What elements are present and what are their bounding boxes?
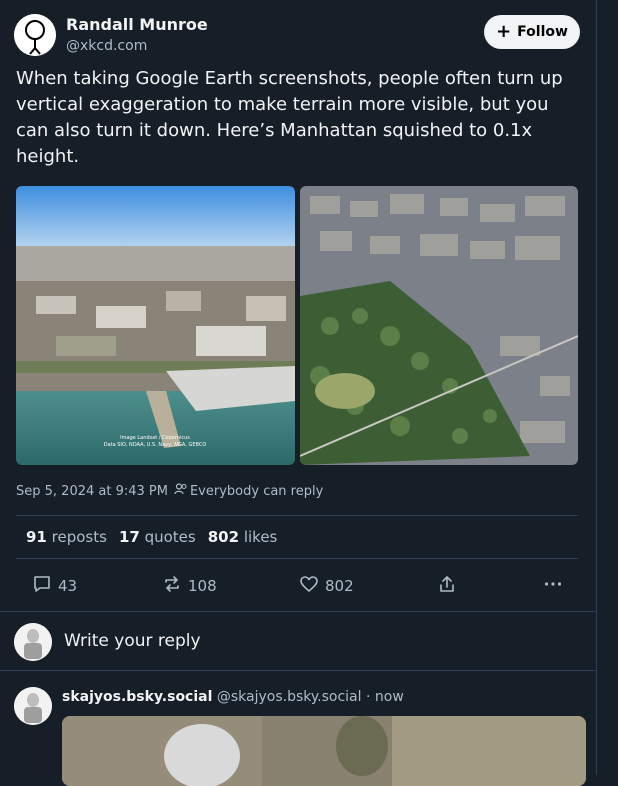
repost-icon <box>162 574 182 598</box>
repost-count: 108 <box>188 577 217 595</box>
post-timestamp[interactable]: Sep 5, 2024 at 9:43 PM <box>16 484 168 499</box>
post-image-2[interactable] <box>300 186 578 465</box>
plus-icon: + <box>496 21 512 42</box>
post-meta: Sep 5, 2024 at 9:43 PM Everybody can rep… <box>16 483 323 499</box>
author-avatar[interactable] <box>14 14 56 56</box>
reply-image[interactable] <box>62 716 586 786</box>
column-border <box>596 0 597 775</box>
people-icon <box>174 483 188 499</box>
reply-button[interactable]: 43 <box>32 574 77 598</box>
follow-button[interactable]: + Follow <box>484 15 580 49</box>
more-button[interactable] <box>543 574 563 598</box>
post-thread: Randall Munroe @xkcd.com + Follow When t… <box>0 0 596 786</box>
post-audience[interactable]: Everybody can reply <box>190 484 323 499</box>
author-handle[interactable]: @xkcd.com <box>66 38 147 54</box>
my-avatar[interactable] <box>14 623 52 661</box>
svg-text:Data SIO, NOAA, U.S. Navy, NGA: Data SIO, NOAA, U.S. Navy, NGA, GEBCO <box>104 442 207 448</box>
divider <box>16 558 578 559</box>
divider <box>0 611 596 612</box>
heart-icon <box>299 574 319 598</box>
reply-avatar[interactable] <box>14 687 52 725</box>
follow-label: Follow <box>517 24 568 40</box>
more-icon <box>543 574 563 598</box>
reply-author-handle[interactable]: @skajyos.bsky.social <box>217 689 362 705</box>
reply-count: 43 <box>58 577 78 595</box>
share-button[interactable] <box>437 574 457 598</box>
share-icon <box>437 574 457 598</box>
author-name[interactable]: Randall Munroe <box>66 15 208 34</box>
like-button[interactable]: 802 <box>299 574 354 598</box>
reply-author-name[interactable]: skajyos.bsky.social <box>62 689 212 705</box>
likes-stat[interactable]: 802 likes <box>208 528 278 546</box>
quotes-stat[interactable]: 17 quotes <box>119 528 196 546</box>
divider <box>0 670 596 671</box>
like-count: 802 <box>325 577 354 595</box>
reply-header: skajyos.bsky.social @skajyos.bsky.social… <box>62 689 404 705</box>
divider <box>16 515 578 516</box>
comment-icon <box>32 574 52 598</box>
post-text: When taking Google Earth screenshots, pe… <box>16 68 563 167</box>
reposts-stat[interactable]: 91 reposts <box>26 528 107 546</box>
repost-button[interactable]: 108 <box>162 574 217 598</box>
reply-time: · now <box>365 689 404 705</box>
write-reply-input[interactable]: Write your reply <box>64 631 201 651</box>
post-image-1[interactable]: Image Landsat / Copernicus Data SIO, NOA… <box>16 186 295 465</box>
svg-text:Image Landsat / Copernicus: Image Landsat / Copernicus <box>120 435 190 441</box>
post-stats: 91 reposts 17 quotes 802 likes <box>26 528 277 546</box>
